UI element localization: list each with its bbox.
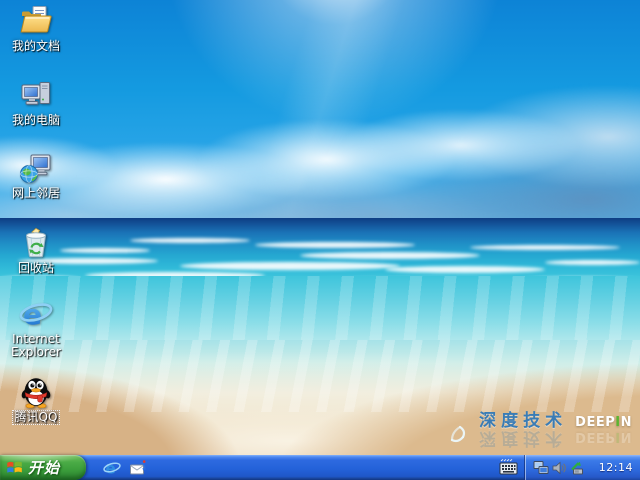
tencent-qq-icon	[19, 374, 53, 408]
network-status-icon[interactable]	[533, 460, 549, 476]
taskbar: 开始 e	[0, 455, 640, 480]
tray-clock[interactable]: 12:14	[599, 461, 640, 474]
internet-explorer-quicklaunch-icon[interactable]: e	[103, 459, 121, 477]
icon-label: 我的电脑	[12, 114, 60, 127]
safely-remove-hardware-icon[interactable]	[569, 460, 585, 476]
desktop-icon-my-computer[interactable]: 我的电脑	[0, 78, 72, 127]
desktop-icon-internet-explorer[interactable]: e Internet Explorer	[0, 297, 72, 359]
deepin-watermark: 深度技术 DEEPIN 深度技术 DEEPIN	[448, 406, 632, 453]
wallpaper-clouds	[0, 80, 640, 222]
desktop-icon-my-documents[interactable]: 我的文档	[0, 4, 72, 53]
svg-text:e: e	[23, 298, 42, 331]
wallpaper-shallow-water	[0, 276, 640, 342]
system-tray: 12:14	[524, 455, 640, 480]
desktop: 深度技术 DEEPIN 深度技术 DEEPIN 我的文档	[0, 0, 640, 480]
windows-flag-icon	[5, 458, 24, 477]
wallpaper-beach: 深度技术 DEEPIN 深度技术 DEEPIN 我的文档	[0, 0, 640, 455]
icon-label: 网上邻居	[12, 187, 60, 200]
my-computer-icon	[19, 78, 53, 112]
my-documents-icon	[19, 4, 53, 38]
start-button[interactable]: 开始	[0, 455, 86, 480]
start-label: 开始	[28, 457, 60, 479]
internet-explorer-icon: e	[19, 297, 53, 331]
brand-reflection: 深度技术 DEEPIN	[479, 428, 632, 453]
svg-text:e: e	[106, 459, 116, 477]
desktop-icon-recycle-bin[interactable]: 回收站	[0, 226, 72, 275]
network-places-icon	[19, 151, 53, 185]
recycle-bin-icon	[19, 226, 53, 260]
icon-label: Internet Explorer	[1, 333, 71, 359]
icon-label: 回收站	[18, 262, 54, 275]
icon-label: 我的文档	[12, 40, 60, 53]
volume-icon[interactable]	[551, 460, 567, 476]
keyboard-ime-icon[interactable]	[499, 459, 518, 476]
icon-label: 腾讯QQ	[12, 410, 61, 425]
quick-launch-bar: e	[103, 455, 146, 480]
desktop-icon-tencent-qq[interactable]: 腾讯QQ	[0, 374, 72, 425]
outlook-express-quicklaunch-icon[interactable]	[128, 459, 146, 477]
desktop-icon-network-places[interactable]: 网上邻居	[0, 151, 72, 200]
deepin-swirl-icon	[448, 423, 472, 453]
